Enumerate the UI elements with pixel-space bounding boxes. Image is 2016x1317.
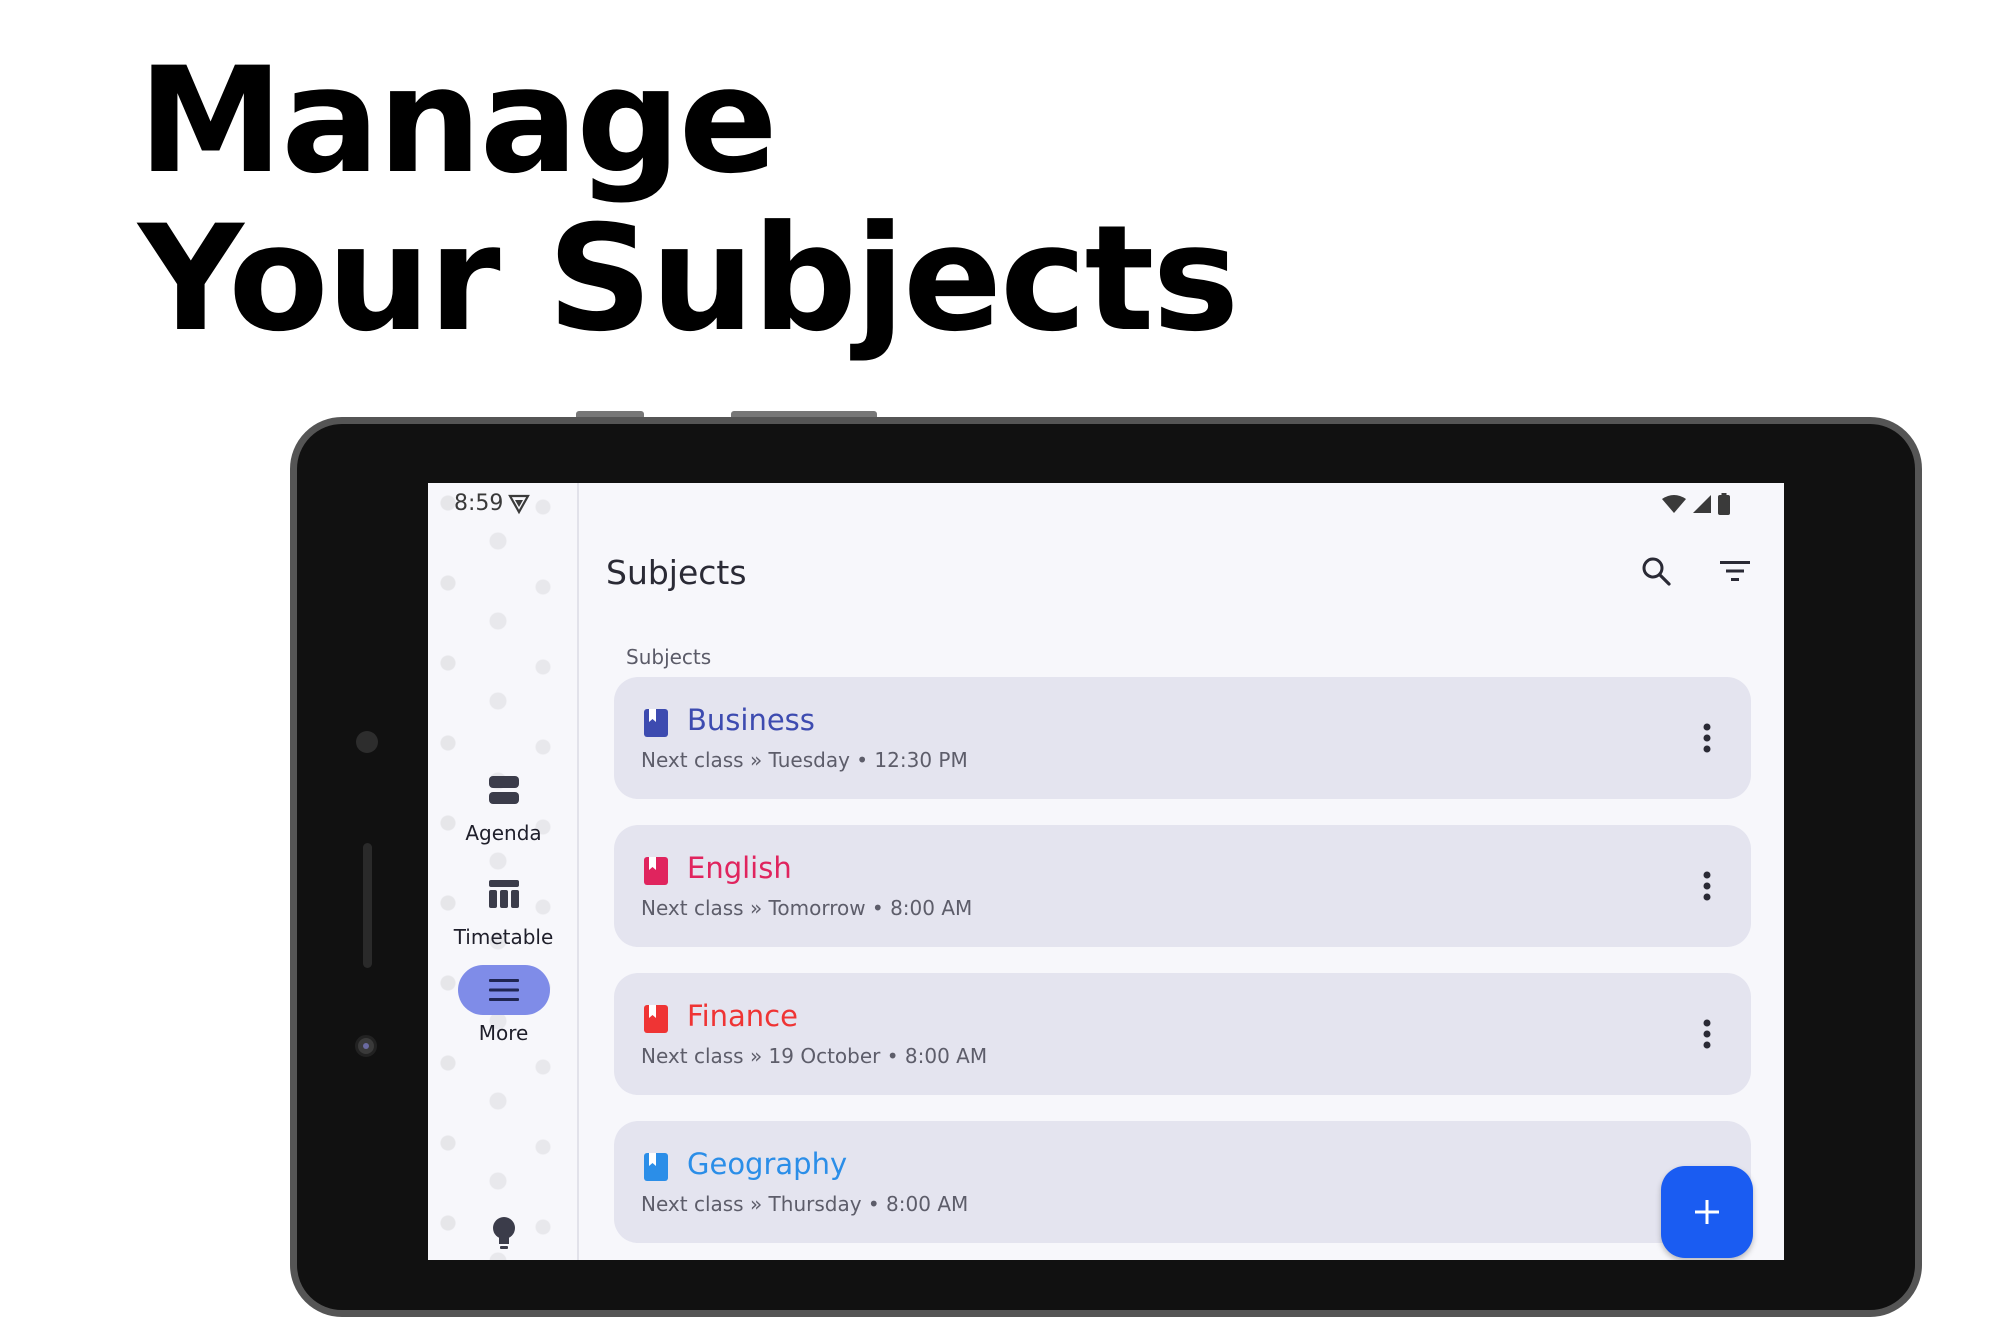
bookmark-icon bbox=[644, 1153, 668, 1186]
page-title: Subjects bbox=[606, 553, 747, 592]
subject-card-geography[interactable]: Geography Next class » Thursday • 8:00 A… bbox=[614, 1121, 1751, 1243]
timetable-icon bbox=[458, 869, 550, 919]
subject-card-business[interactable]: Business Next class » Tuesday • 12:30 PM bbox=[614, 677, 1751, 799]
more-options-button[interactable] bbox=[1687, 863, 1727, 909]
bookmark-icon bbox=[644, 857, 668, 890]
rail-item-label: More bbox=[478, 1021, 529, 1045]
wifi-icon bbox=[1662, 495, 1686, 513]
side-slot bbox=[363, 843, 372, 968]
subject-name: Finance bbox=[687, 999, 798, 1033]
headline-line-2: Your Subjects bbox=[138, 194, 1239, 364]
headline-line-1: Manage bbox=[138, 36, 778, 206]
rail-item-timetable[interactable]: Timetable bbox=[428, 869, 579, 949]
more-vert-icon bbox=[1703, 1019, 1711, 1049]
status-time: 8:59 bbox=[454, 491, 504, 516]
bookmark-icon bbox=[644, 1005, 668, 1038]
signal-icon bbox=[1693, 495, 1711, 513]
rail-item-tips[interactable] bbox=[428, 1208, 579, 1258]
section-label: Subjects bbox=[626, 645, 712, 669]
more-options-button[interactable] bbox=[1687, 1011, 1727, 1057]
sensor bbox=[355, 1035, 377, 1057]
menu-icon bbox=[457, 965, 550, 1015]
subject-name: English bbox=[687, 851, 792, 885]
search-button[interactable] bbox=[1630, 545, 1682, 597]
plus-icon bbox=[1695, 1200, 1719, 1224]
rail-item-agenda[interactable]: Agenda bbox=[428, 765, 579, 845]
navigation-rail: 8:59 Agenda Timetable More bbox=[428, 483, 579, 1260]
subject-card-english[interactable]: English Next class » Tomorrow • 8:00 AM bbox=[614, 825, 1751, 947]
subject-card-finance[interactable]: Finance Next class » 19 October • 8:00 A… bbox=[614, 973, 1751, 1095]
front-camera bbox=[356, 731, 378, 753]
more-vert-icon bbox=[1703, 871, 1711, 901]
bookmark-icon bbox=[644, 709, 668, 742]
filter-button[interactable] bbox=[1709, 545, 1761, 597]
lightbulb-icon bbox=[458, 1208, 550, 1258]
rail-item-more[interactable]: More bbox=[428, 965, 579, 1045]
next-class: Next class » Tomorrow • 8:00 AM bbox=[641, 896, 973, 920]
device-screen: 8:59 Agenda Timetable More Subjects Subj… bbox=[428, 483, 1784, 1260]
next-class: Next class » 19 October • 8:00 AM bbox=[641, 1044, 988, 1068]
battery-icon bbox=[1718, 493, 1730, 515]
filter-icon bbox=[1720, 561, 1750, 581]
rail-item-label: Timetable bbox=[453, 925, 554, 949]
next-class: Next class » Thursday • 8:00 AM bbox=[641, 1192, 969, 1216]
subject-name: Geography bbox=[687, 1147, 848, 1181]
rail-item-label: Agenda bbox=[465, 821, 542, 845]
more-vert-icon bbox=[1703, 723, 1711, 753]
headline: Manage Your Subjects bbox=[138, 36, 1239, 364]
next-class: Next class » Tuesday • 12:30 PM bbox=[641, 748, 968, 772]
more-options-button[interactable] bbox=[1687, 715, 1727, 761]
search-icon bbox=[1642, 557, 1671, 586]
vpn-icon bbox=[508, 493, 530, 520]
status-icons bbox=[1662, 493, 1730, 515]
subject-name: Business bbox=[687, 703, 815, 737]
agenda-icon bbox=[458, 765, 550, 815]
add-subject-button[interactable] bbox=[1661, 1166, 1753, 1258]
